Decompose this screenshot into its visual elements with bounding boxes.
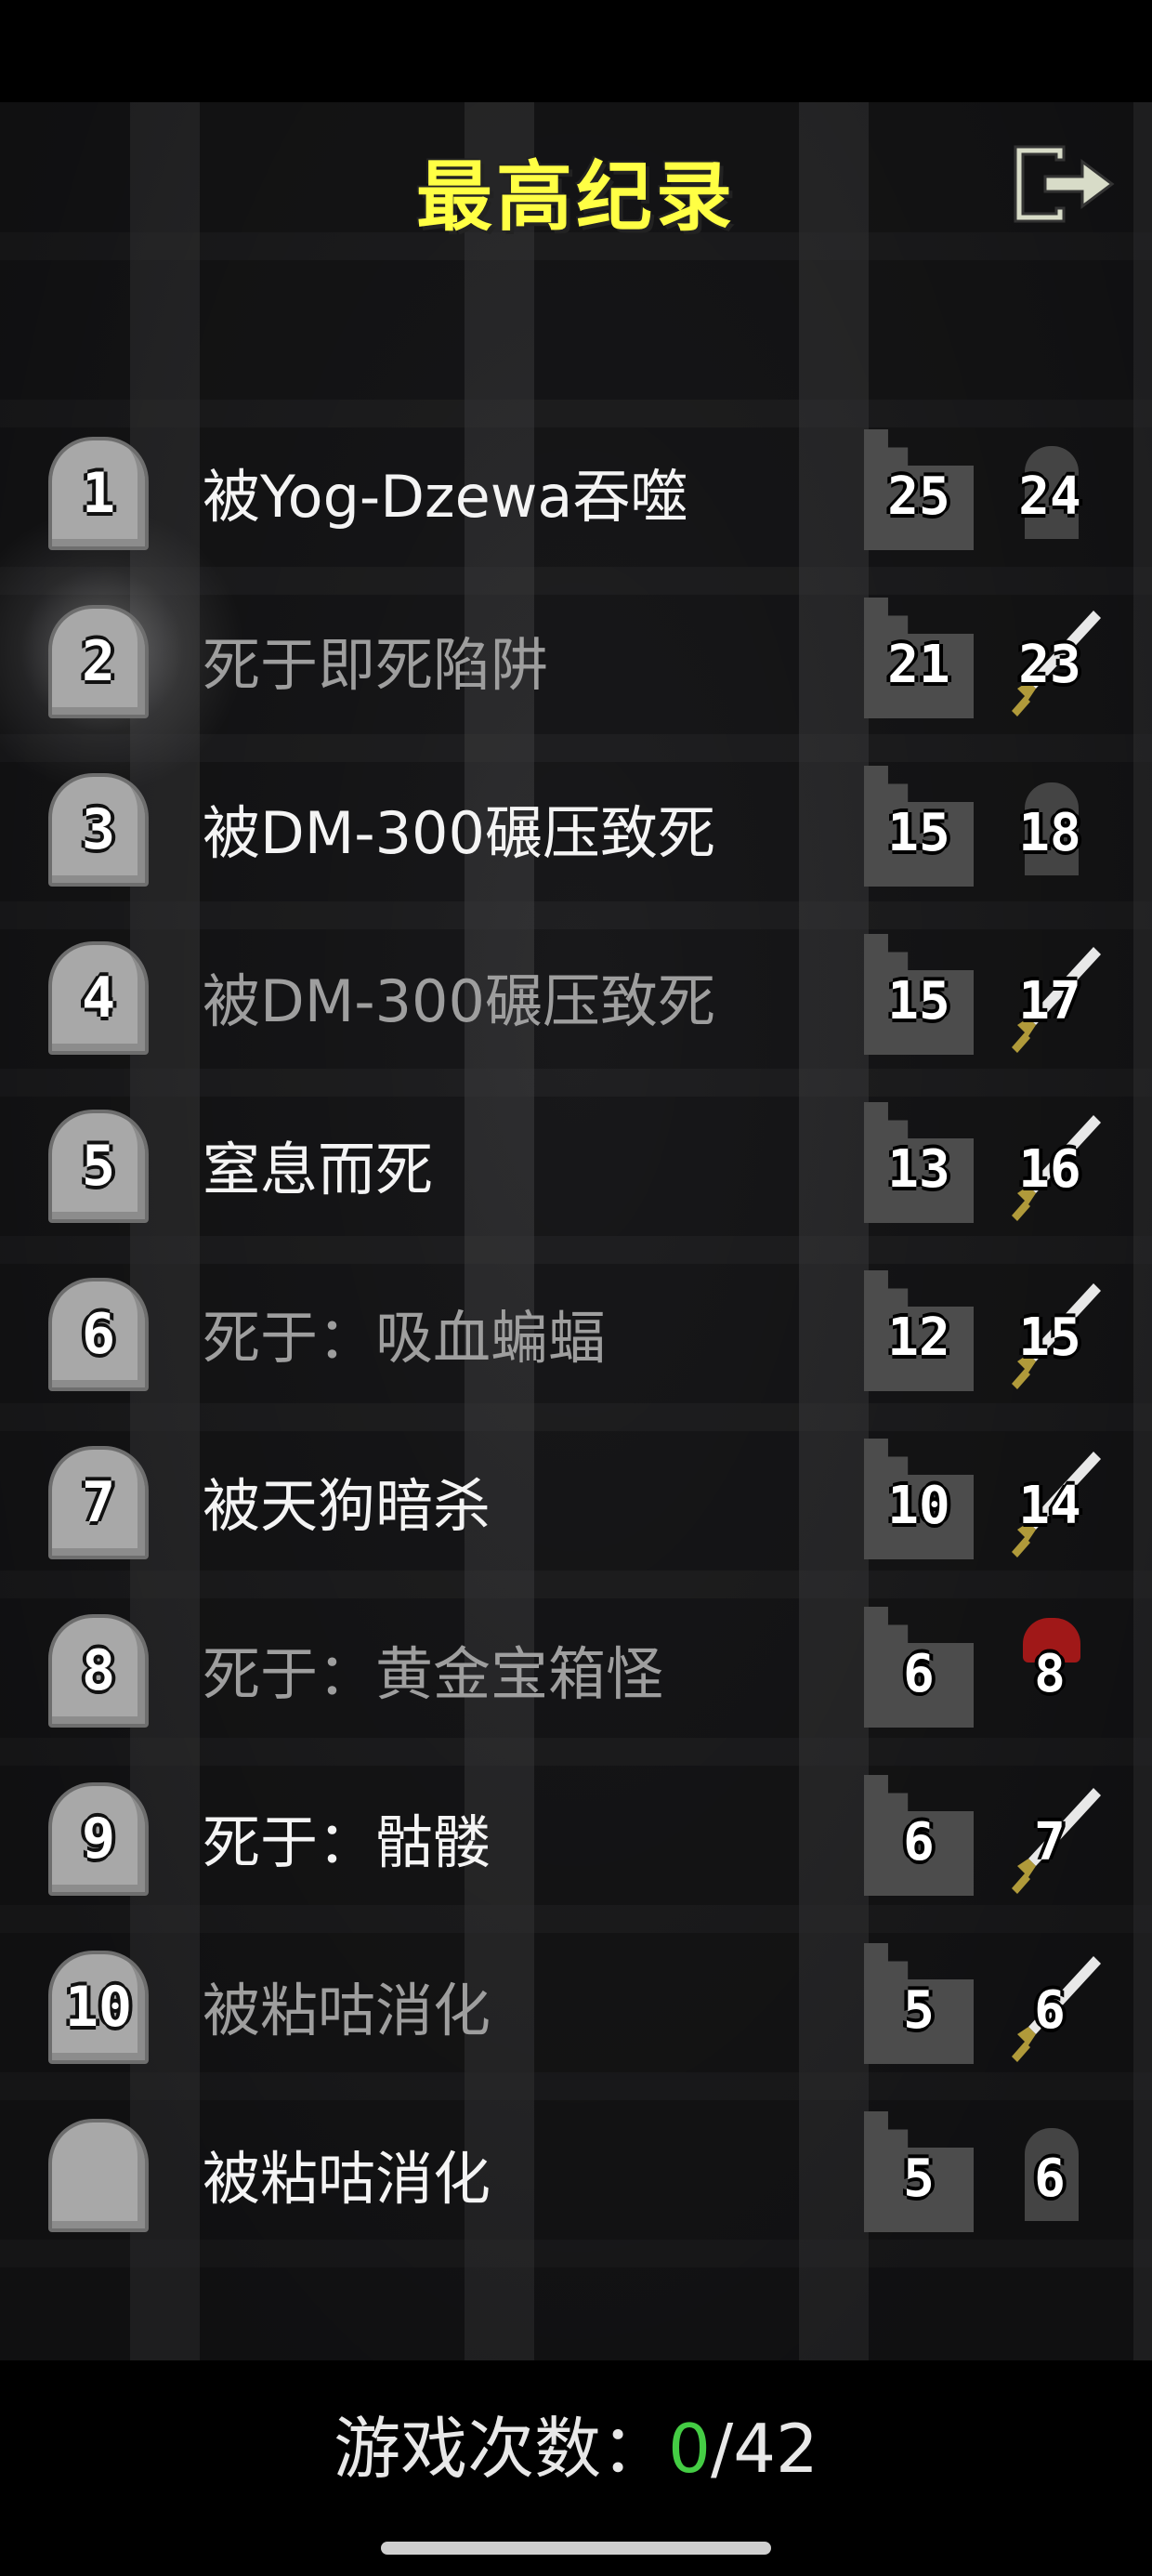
tombstone-icon: 4 — [48, 941, 149, 1055]
rank-number: 1 — [81, 461, 116, 526]
hero-level-badge: 14 — [997, 1439, 1106, 1559]
level-value: 6 — [1034, 1980, 1066, 2041]
record-row[interactable]: 7 被天狗暗杀 10 14 — [0, 1420, 1152, 1569]
record-row[interactable]: 10 被粘咕消化 5 6 — [0, 1925, 1152, 2073]
depth-value: 13 — [887, 1139, 950, 1200]
level-value: 7 — [1034, 1812, 1066, 1873]
home-indicator[interactable] — [381, 2542, 771, 2555]
hero-level-badge: 16 — [997, 1102, 1106, 1223]
depth-stairs-icon: 5 — [864, 1943, 974, 2064]
level-value: 8 — [1034, 1644, 1066, 1704]
record-row[interactable]: 9 死于：骷髅 6 7 — [0, 1756, 1152, 1905]
rank-number: 5 — [81, 1134, 116, 1199]
hero-level-badge: 17 — [997, 934, 1106, 1055]
depth-value: 21 — [887, 635, 950, 695]
level-value: 6 — [1034, 2149, 1066, 2209]
record-row[interactable]: 8 死于：黄金宝箱怪 6 8 — [0, 1588, 1152, 1737]
death-cause: 死于即死陷阱 — [203, 631, 549, 699]
level-value: 14 — [1018, 1476, 1081, 1536]
record-row[interactable]: 5 窒息而死 13 16 — [0, 1084, 1152, 1232]
tombstone-icon — [48, 2119, 149, 2232]
rank-number: 7 — [81, 1470, 116, 1535]
tombstone-icon: 8 — [48, 1614, 149, 1728]
games-played-label: 游戏次数： — [334, 2410, 669, 2488]
hero-level-badge: 7 — [997, 1775, 1106, 1896]
tombstone-icon: 1 — [48, 437, 149, 550]
level-value: 16 — [1018, 1139, 1081, 1200]
rank-number: 9 — [81, 1807, 116, 1872]
death-cause: 被DM-300碾压致死 — [203, 799, 715, 867]
level-value: 24 — [1018, 467, 1081, 527]
rank-number: 10 — [64, 1975, 133, 2040]
depth-value: 6 — [903, 1812, 935, 1873]
hero-level-badge: 6 — [997, 2111, 1106, 2232]
hero-level-badge: 23 — [997, 598, 1106, 718]
hero-level-badge: 6 — [997, 1943, 1106, 2064]
death-cause: 被天狗暗杀 — [203, 1472, 491, 1540]
depth-value: 5 — [903, 2149, 935, 2209]
depth-stairs-icon: 10 — [864, 1439, 974, 1559]
rank-number: 6 — [81, 1302, 116, 1367]
depth-stairs-icon: 12 — [864, 1270, 974, 1391]
depth-stairs-icon: 13 — [864, 1102, 974, 1223]
depth-stairs-icon: 15 — [864, 934, 974, 1055]
level-value: 23 — [1018, 635, 1081, 695]
death-cause: 被Yog-Dzewa吞噬 — [203, 463, 688, 531]
hero-level-badge: 24 — [997, 429, 1106, 550]
exit-button[interactable] — [1008, 139, 1124, 228]
hero-level-badge: 18 — [997, 766, 1106, 887]
hero-level-badge: 15 — [997, 1270, 1106, 1391]
tombstone-icon: 3 — [48, 773, 149, 887]
hero-level-badge: 8 — [997, 1607, 1106, 1728]
exit-door-icon — [1014, 145, 1115, 223]
record-row[interactable]: 3 被DM-300碾压致死 15 18 — [0, 747, 1152, 896]
level-value: 15 — [1018, 1308, 1081, 1368]
depth-stairs-icon: 5 — [864, 2111, 974, 2232]
tombstone-icon: 5 — [48, 1110, 149, 1223]
depth-value: 25 — [887, 467, 950, 527]
death-cause: 被DM-300碾压致死 — [203, 967, 715, 1035]
games-total-count: /42 — [710, 2410, 818, 2488]
depth-stairs-icon: 6 — [864, 1775, 974, 1896]
rank-number: 3 — [81, 797, 116, 862]
level-value: 17 — [1018, 971, 1081, 1032]
record-row[interactable]: 1 被Yog-Dzewa吞噬 25 24 — [0, 411, 1152, 559]
record-row[interactable]: 6 死于：吸血蝙蝠 12 15 — [0, 1252, 1152, 1400]
depth-value: 5 — [903, 1980, 935, 2041]
depth-value: 6 — [903, 1644, 935, 1704]
level-value: 18 — [1018, 803, 1081, 863]
rank-number: 2 — [81, 629, 116, 694]
depth-value: 15 — [887, 971, 950, 1032]
games-played: 游戏次数：0/42 — [0, 2394, 1152, 2491]
death-cause: 死于：骷髅 — [203, 1808, 491, 1876]
depth-stairs-icon: 21 — [864, 598, 974, 718]
depth-stairs-icon: 15 — [864, 766, 974, 887]
depth-value: 12 — [887, 1308, 950, 1368]
page-title: 最高纪录 — [415, 153, 736, 242]
rank-number: 8 — [81, 1638, 116, 1703]
tombstone-icon: 6 — [48, 1278, 149, 1391]
death-cause: 被粘咕消化 — [203, 1977, 491, 2044]
record-row[interactable]: 被粘咕消化 5 6 — [0, 2093, 1152, 2241]
games-won-count: 0 — [668, 2410, 711, 2488]
record-row[interactable]: 2 死于即死陷阱 21 23 — [0, 579, 1152, 728]
depth-stairs-icon: 25 — [864, 429, 974, 550]
death-cause: 死于：黄金宝箱怪 — [203, 1640, 664, 1708]
status-bar-area — [0, 0, 1152, 102]
depth-value: 10 — [887, 1476, 950, 1536]
death-cause: 死于：吸血蝙蝠 — [203, 1304, 607, 1372]
death-cause: 窒息而死 — [203, 1136, 434, 1203]
rank-number: 4 — [81, 966, 116, 1031]
tombstone-icon: 2 — [48, 605, 149, 718]
depth-stairs-icon: 6 — [864, 1607, 974, 1728]
tombstone-icon: 9 — [48, 1782, 149, 1896]
death-cause: 被粘咕消化 — [203, 2145, 491, 2213]
depth-value: 15 — [887, 803, 950, 863]
record-row[interactable]: 4 被DM-300碾压致死 15 17 — [0, 915, 1152, 1064]
tombstone-icon: 7 — [48, 1446, 149, 1559]
tombstone-icon: 10 — [48, 1951, 149, 2064]
